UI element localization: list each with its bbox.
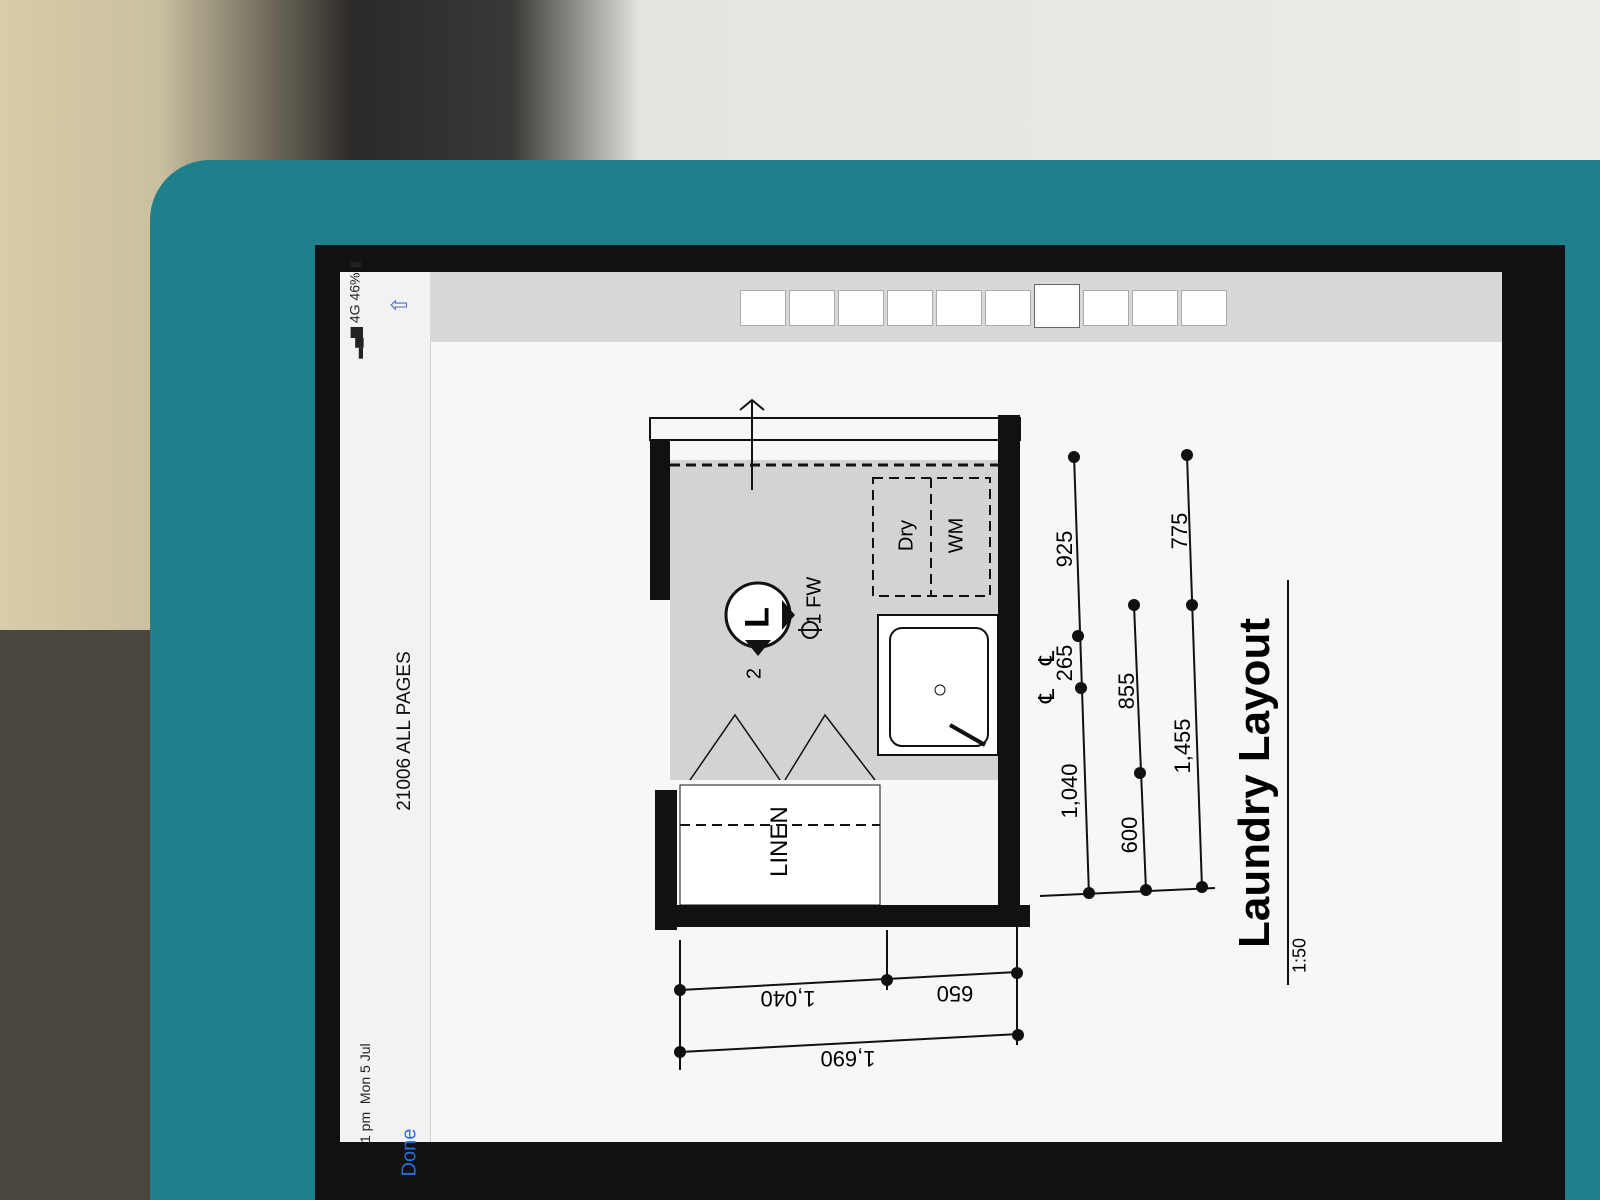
dim-265: 265: [1052, 644, 1077, 682]
wall-left-top: [650, 440, 670, 600]
fw-label: 1 FW: [803, 577, 827, 625]
window: [649, 417, 1021, 441]
drawing-title: Laundry Layout: [1230, 617, 1279, 949]
callout-number: 2: [743, 667, 766, 680]
dry-label: Dry: [895, 519, 918, 552]
dim-1455: 1,455: [1170, 718, 1195, 774]
wm-label: WM: [945, 517, 968, 554]
dim-775: 775: [1167, 512, 1192, 550]
dim-925: 925: [1052, 530, 1077, 568]
dim-1690: 1,690: [820, 1046, 876, 1071]
dim-855: 855: [1114, 672, 1139, 710]
dim-600: 600: [1117, 816, 1142, 854]
floor-plan-drawing: [649, 398, 1289, 1070]
dim-650: 650: [936, 981, 974, 1006]
drawing-scale: 1:50: [1289, 937, 1310, 974]
dim-1040-bottom: 1,040: [760, 986, 816, 1011]
callout-letter: L: [738, 607, 777, 628]
fw-text: FW: [803, 576, 826, 608]
fw-number: 1: [803, 613, 826, 625]
dim-1040-right: 1,040: [1057, 763, 1082, 819]
wall-right: [998, 415, 1020, 915]
wall-bottom: [660, 905, 1030, 927]
linen-label: LINEN: [766, 806, 793, 877]
